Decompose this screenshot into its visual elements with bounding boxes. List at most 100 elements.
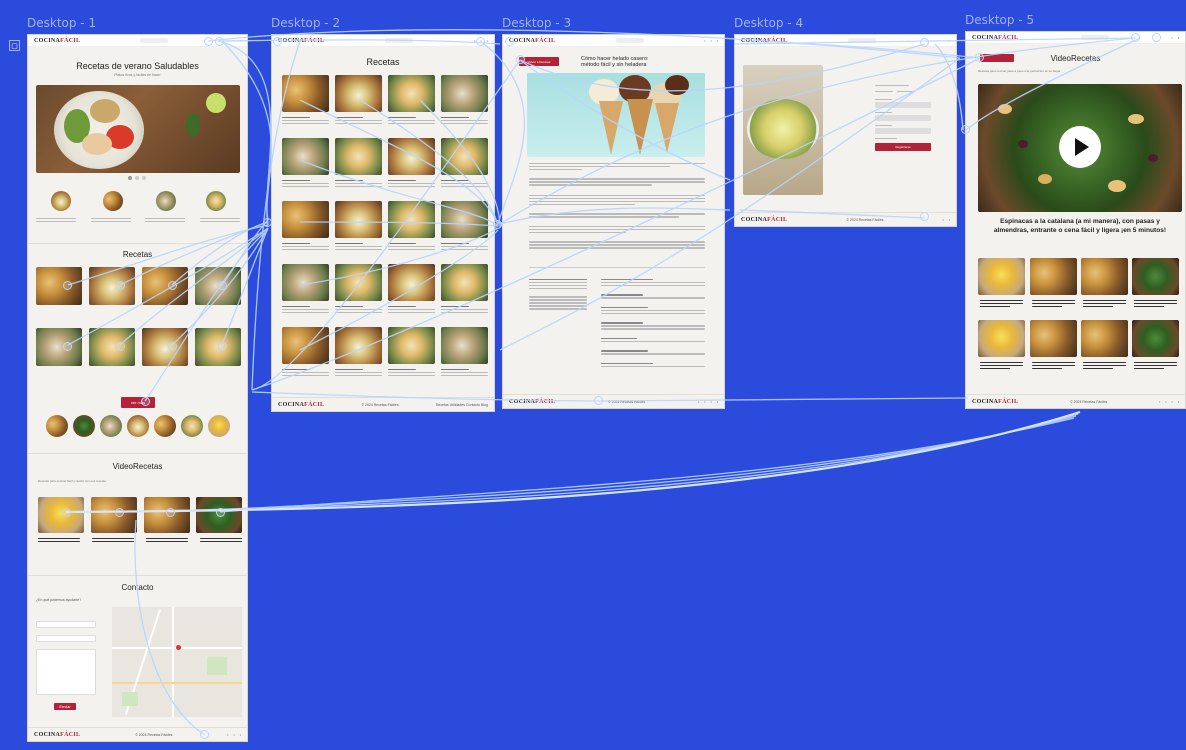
hotspot-d2-right[interactable] [493, 220, 502, 229]
hotspot-d3-footer[interactable] [594, 396, 603, 405]
hotspot-d2-nav[interactable] [476, 37, 485, 46]
d2-recipe-18[interactable] [335, 327, 382, 364]
d1-feature-1[interactable] [51, 191, 71, 211]
d1-search-input[interactable] [139, 38, 168, 43]
d1-recipe-6[interactable] [89, 328, 135, 366]
hotspot-d5-nav[interactable] [1131, 33, 1140, 42]
d1-feature-4[interactable] [206, 191, 226, 211]
d2-recipe-9[interactable] [282, 201, 329, 238]
d5-video-player[interactable] [978, 84, 1182, 212]
d2-recipe-20[interactable] [441, 327, 488, 364]
hotspot-d1-recipe-6[interactable] [116, 342, 125, 351]
desktop-4-frame[interactable]: COCINAFÁCIL • • • Registrarse COCINAFÁCIL … [734, 34, 957, 227]
d2-recipe-1[interactable] [282, 75, 329, 112]
d1-video-2[interactable] [91, 497, 137, 533]
desktop-3-frame[interactable]: COCINAFÁCIL • • • Volver a Recetas Cómo ha… [502, 34, 725, 409]
d4-search-input[interactable] [847, 38, 876, 43]
hotspot-d1-video-4[interactable] [216, 508, 225, 517]
d5-video-2[interactable] [1030, 258, 1077, 295]
hotspot-d1-video-2[interactable] [115, 508, 124, 517]
d3-search-input[interactable] [615, 38, 644, 43]
d5-video-5[interactable] [978, 320, 1025, 357]
hotspot-d1-video-3[interactable] [166, 508, 175, 517]
d2-recipe-11[interactable] [388, 201, 435, 238]
d5-video-1[interactable] [978, 258, 1025, 295]
d1-recipe-3[interactable] [142, 267, 188, 305]
d1-round-2[interactable] [73, 415, 95, 437]
d1-recipe-5[interactable] [36, 328, 82, 366]
d5-play-icon[interactable] [1059, 126, 1101, 168]
hotspot-d1-recipe-4[interactable] [218, 281, 227, 290]
d1-logo[interactable]: COCINAFÁCIL [34, 38, 80, 44]
hotspot-d1-video-1[interactable] [62, 508, 71, 517]
hotspot-d1-nav-2[interactable] [215, 37, 224, 46]
hotspot-d1-recipe-2[interactable] [116, 281, 125, 290]
hotspot-d2-left[interactable] [263, 218, 272, 227]
d1-recipe-7[interactable] [142, 328, 188, 366]
hotspot-d3-back[interactable] [516, 55, 525, 64]
d1-round-7[interactable] [208, 415, 230, 437]
d4-field-1[interactable] [875, 101, 931, 108]
d5-video-8[interactable] [1132, 320, 1179, 357]
d2-recipe-14[interactable] [335, 264, 382, 301]
hotspot-d3-logo[interactable] [505, 37, 514, 46]
d4-field-2[interactable] [875, 114, 931, 121]
d1-recipe-2[interactable] [89, 267, 135, 305]
hotspot-d5-nav-2[interactable] [1152, 33, 1161, 42]
d1-feature-2[interactable] [103, 191, 123, 211]
d2-recipe-10[interactable] [335, 201, 382, 238]
hotspot-d4-nav[interactable] [920, 38, 929, 47]
d5-video-7[interactable] [1081, 320, 1128, 357]
d2-recipe-17[interactable] [282, 327, 329, 364]
d1-name-field[interactable] [36, 621, 96, 628]
d1-video-1[interactable] [38, 497, 84, 533]
d3-logo[interactable]: COCINAFÁCIL [509, 38, 555, 44]
hotspot-d2-logo[interactable] [273, 37, 282, 46]
hotspot-d1-nav-1[interactable] [204, 37, 213, 46]
hotspot-d1-recipe-5[interactable] [63, 342, 72, 351]
d1-email-field[interactable] [36, 635, 96, 642]
d1-send-button[interactable]: Enviar [54, 703, 76, 710]
d2-recipe-15[interactable] [388, 264, 435, 301]
d2-recipe-13[interactable] [282, 264, 329, 301]
d2-recipe-6[interactable] [335, 138, 382, 175]
d2-recipe-12[interactable] [441, 201, 488, 238]
desktop-2-frame[interactable]: COCINAFÁCIL • • • Recetas COCINAFÁCIL © 20… [271, 34, 495, 412]
d4-field-3[interactable] [875, 127, 931, 134]
hotspot-d1-recipe-3[interactable] [168, 281, 177, 290]
hotspot-d1-recipe-7[interactable] [168, 342, 177, 351]
d2-recipe-7[interactable] [388, 138, 435, 175]
d5-video-3[interactable] [1081, 258, 1128, 295]
d2-search-input[interactable] [385, 38, 414, 43]
d2-recipe-2[interactable] [335, 75, 382, 112]
d1-feature-3[interactable] [156, 191, 176, 211]
d2-recipe-4[interactable] [441, 75, 488, 112]
d2-recipe-16[interactable] [441, 264, 488, 301]
hotspot-d4-footer[interactable] [920, 212, 929, 221]
d1-round-1[interactable] [46, 415, 68, 437]
d1-carousel-dots[interactable] [128, 176, 146, 180]
hotspot-d5-left[interactable] [961, 125, 970, 134]
hotspot-d5-back[interactable] [975, 53, 984, 62]
d1-ver-mas-button[interactable]: ver más [121, 397, 155, 408]
d5-video-6[interactable] [1030, 320, 1077, 357]
d4-register-button[interactable]: Registrarse [875, 143, 931, 151]
d1-recipe-1[interactable] [36, 267, 82, 305]
frame-tool-icon[interactable]: ▢ [9, 40, 20, 51]
desktop-5-frame[interactable]: COCINAFÁCIL • • VideoRecetas Recetas para… [965, 31, 1186, 409]
d1-round-6[interactable] [181, 415, 203, 437]
d2-recipe-19[interactable] [388, 327, 435, 364]
d5-search-input[interactable] [1080, 35, 1109, 40]
d2-recipe-8[interactable] [441, 138, 488, 175]
d1-message-field[interactable] [36, 649, 96, 695]
desktop-1-frame[interactable]: COCINAFÁCIL • • • Recetas de verano Saluda… [27, 34, 248, 742]
d5-logo[interactable]: COCINAFÁCIL [972, 35, 1018, 41]
hotspot-d1-vermas[interactable] [141, 397, 150, 406]
d2-footer-links[interactable]: Recetas Utilidades Contacto Blog [436, 403, 488, 407]
d5-video-4[interactable] [1132, 258, 1179, 295]
d4-logo[interactable]: COCINAFÁCIL [741, 38, 787, 44]
d2-logo[interactable]: COCINAFÁCIL [278, 38, 324, 44]
d1-round-4[interactable] [127, 415, 149, 437]
d2-recipe-3[interactable] [388, 75, 435, 112]
hotspot-d1-recipe-1[interactable] [63, 281, 72, 290]
